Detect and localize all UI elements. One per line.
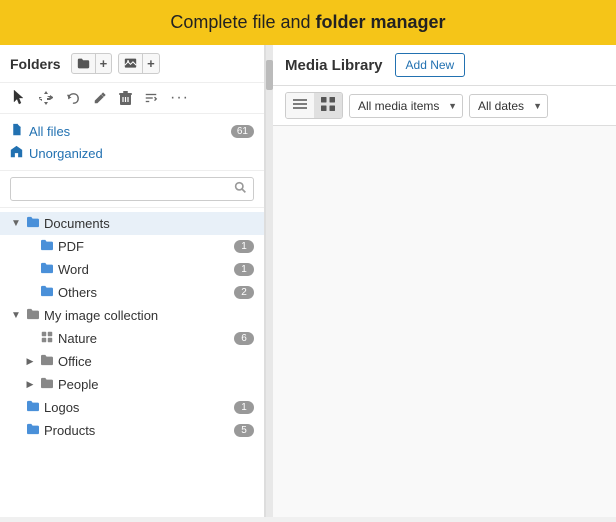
nature-label: Nature xyxy=(58,331,230,346)
search-input[interactable] xyxy=(17,182,234,196)
search-row xyxy=(0,171,264,208)
media-title: Media Library xyxy=(285,57,383,74)
media-filter-wrap[interactable]: All media items Images Videos Audio xyxy=(349,94,463,118)
word-folder[interactable]: Word 1 xyxy=(0,258,264,281)
scrollbar-thumb[interactable] xyxy=(266,60,273,90)
media-header: Media Library Add New xyxy=(273,45,616,86)
people-chevron: ▶ xyxy=(24,379,36,390)
search-icon xyxy=(234,181,247,197)
image-collection-chevron: ▼ xyxy=(10,310,22,321)
others-label: Others xyxy=(58,285,230,300)
new-media-btn[interactable]: + xyxy=(118,53,160,74)
word-folder-icon xyxy=(40,262,54,277)
office-label: Office xyxy=(58,354,254,369)
documents-folder[interactable]: ▼ Documents xyxy=(0,212,264,235)
folder-icon xyxy=(72,54,96,73)
pdf-folder-icon xyxy=(40,239,54,254)
logos-folder[interactable]: Logos 1 xyxy=(0,396,264,419)
nature-folder-icon xyxy=(40,331,54,346)
people-folder-icon xyxy=(40,377,54,392)
all-files-icon xyxy=(10,123,23,139)
new-media-label: + xyxy=(143,54,159,73)
right-panel: Media Library Add New All media items Im… xyxy=(273,45,616,517)
view-toggle xyxy=(285,92,343,119)
others-folder[interactable]: Others 2 xyxy=(0,281,264,304)
products-badge: 5 xyxy=(234,424,254,437)
image-collection-label: My image collection xyxy=(44,308,254,323)
image-collection-icon xyxy=(26,308,40,323)
products-folder[interactable]: Products 5 xyxy=(0,419,264,442)
folder-tree: ▼ Documents PDF 1 Word xyxy=(0,208,264,517)
list-view-btn[interactable] xyxy=(286,93,314,118)
people-label: People xyxy=(58,377,254,392)
media-type-select[interactable]: All media items Images Videos Audio xyxy=(349,94,463,118)
word-label: Word xyxy=(58,262,230,277)
office-folder[interactable]: ▶ Office xyxy=(0,350,264,373)
folders-title: Folders xyxy=(10,56,61,72)
word-badge: 1 xyxy=(234,263,254,276)
documents-folder-icon xyxy=(26,216,40,231)
more-tool[interactable]: ··· xyxy=(168,87,191,109)
vertical-scrollbar[interactable] xyxy=(265,45,273,517)
media-icon xyxy=(119,54,143,73)
others-badge: 2 xyxy=(234,286,254,299)
office-chevron: ▶ xyxy=(24,356,36,367)
unorganized-label: Unorganized xyxy=(29,146,103,161)
image-collection-folder[interactable]: ▼ My image collection xyxy=(0,304,264,327)
media-toolbar: All media items Images Videos Audio All … xyxy=(273,86,616,126)
media-content xyxy=(273,126,616,517)
logos-label: Logos xyxy=(44,400,230,415)
documents-label: Documents xyxy=(44,216,254,231)
delete-tool[interactable] xyxy=(117,89,134,108)
people-folder[interactable]: ▶ People xyxy=(0,373,264,396)
grid-view-btn[interactable] xyxy=(314,93,342,118)
sort-tool[interactable] xyxy=(142,89,160,107)
logos-badge: 1 xyxy=(234,401,254,414)
edit-tool[interactable] xyxy=(91,89,109,107)
cursor-tool[interactable] xyxy=(10,88,28,108)
banner-text-bold: folder manager xyxy=(316,12,446,32)
nature-folder[interactable]: Nature 6 xyxy=(0,327,264,350)
unorganized-link[interactable]: Unorganized xyxy=(10,142,254,164)
new-folder-label: + xyxy=(96,54,112,73)
undo-tool[interactable] xyxy=(64,89,83,108)
documents-chevron: ▼ xyxy=(10,218,22,229)
date-select[interactable]: All dates 2024 2023 2022 xyxy=(469,94,548,118)
products-label: Products xyxy=(44,423,230,438)
others-folder-icon xyxy=(40,285,54,300)
quick-links: All files 61 Unorganized xyxy=(0,114,264,171)
banner-text-normal: Complete file and xyxy=(170,12,315,32)
nature-badge: 6 xyxy=(234,332,254,345)
pdf-folder[interactable]: PDF 1 xyxy=(0,235,264,258)
top-banner: Complete file and folder manager xyxy=(0,0,616,45)
pdf-badge: 1 xyxy=(234,240,254,253)
unorganized-icon xyxy=(10,145,23,161)
pdf-label: PDF xyxy=(58,239,230,254)
logos-folder-icon xyxy=(26,400,40,415)
all-files-link[interactable]: All files 61 xyxy=(10,120,254,142)
move-tool[interactable] xyxy=(36,88,56,108)
all-files-badge: 61 xyxy=(231,125,254,138)
folder-toolbar: ··· xyxy=(0,83,264,114)
add-new-button[interactable]: Add New xyxy=(395,53,466,77)
new-folder-btn[interactable]: + xyxy=(71,53,113,74)
all-files-label: All files xyxy=(29,124,70,139)
office-folder-icon xyxy=(40,354,54,369)
date-filter-wrap[interactable]: All dates 2024 2023 2022 xyxy=(469,94,548,118)
products-folder-icon xyxy=(26,423,40,438)
